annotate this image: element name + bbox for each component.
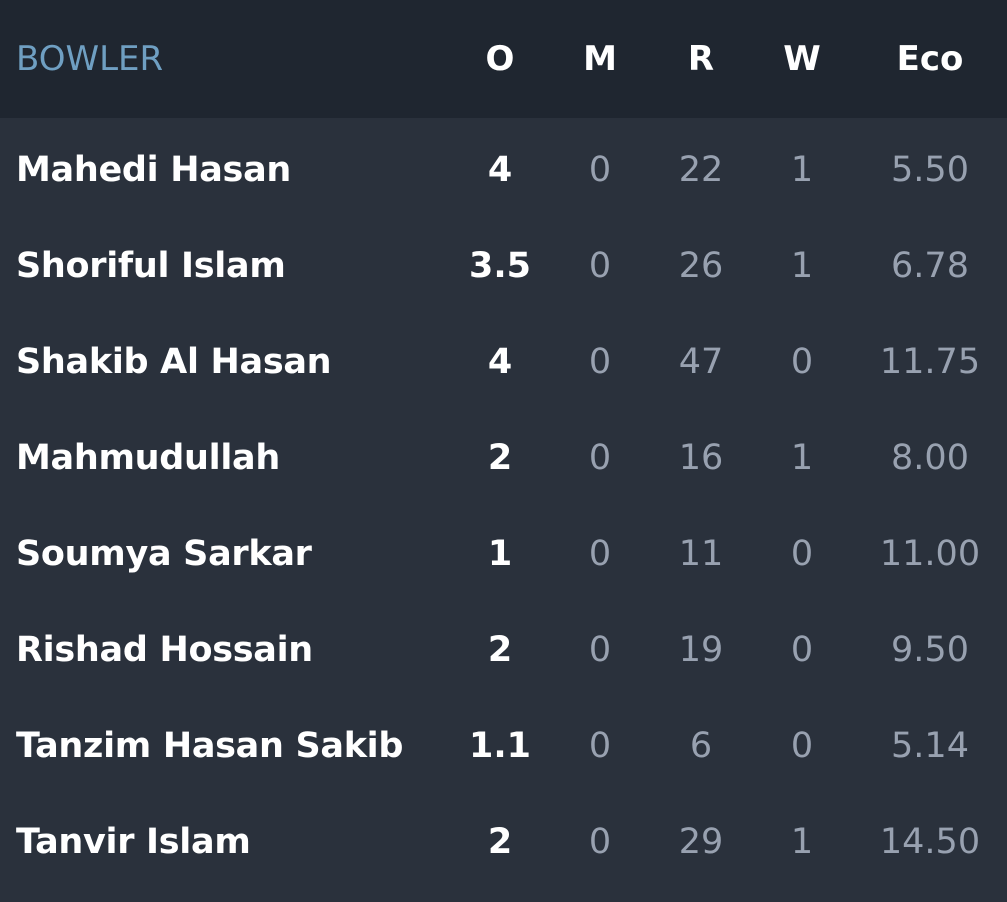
overs-value: 2 — [487, 822, 513, 862]
runs-value: 6 — [689, 726, 713, 766]
table-row[interactable]: Tanzim Hasan Sakib 1.1 0 6 0 5.14 — [0, 698, 1007, 794]
economy-value: 11.00 — [879, 534, 981, 574]
overs-value: 2 — [487, 630, 513, 670]
runs-value: 11 — [678, 534, 724, 574]
maidens-value: 0 — [588, 342, 612, 382]
bowling-scorecard: BOWLER O M R W Eco Mahedi Hasan 4 0 22 1… — [0, 0, 1007, 902]
table-row[interactable]: Shoriful Islam 3.5 0 26 1 6.78 — [0, 218, 1007, 314]
bowler-name[interactable]: Tanvir Islam — [16, 794, 251, 890]
table-header: BOWLER O M R W Eco — [0, 0, 1007, 118]
table-row[interactable]: Tanvir Islam 2 0 29 1 14.50 — [0, 794, 1007, 890]
maidens-value: 0 — [588, 822, 612, 862]
bowler-name[interactable]: Tanzim Hasan Sakib — [16, 698, 403, 794]
wickets-value: 1 — [790, 246, 814, 286]
overs-value: 2 — [487, 438, 513, 478]
maidens-value: 0 — [588, 534, 612, 574]
maidens-value: 0 — [588, 438, 612, 478]
runs-value: 29 — [678, 822, 724, 862]
maidens-value: 0 — [588, 726, 612, 766]
economy-column-header: Eco — [896, 39, 964, 79]
overs-value: 1.1 — [468, 726, 531, 766]
runs-value: 22 — [678, 150, 724, 190]
economy-value: 5.14 — [891, 726, 969, 766]
economy-value: 9.50 — [891, 630, 969, 670]
table-row[interactable]: Mahedi Hasan 4 0 22 1 5.50 — [0, 122, 1007, 218]
bowler-name[interactable]: Rishad Hossain — [16, 602, 313, 698]
maidens-value: 0 — [588, 630, 612, 670]
table-row[interactable]: Mahmudullah 2 0 16 1 8.00 — [0, 410, 1007, 506]
runs-value: 47 — [678, 342, 724, 382]
economy-value: 6.78 — [891, 246, 969, 286]
wickets-value: 0 — [790, 630, 814, 670]
overs-value: 4 — [487, 342, 513, 382]
bowler-name[interactable]: Shakib Al Hasan — [16, 314, 332, 410]
economy-value: 5.50 — [891, 150, 969, 190]
overs-value: 3.5 — [468, 246, 531, 286]
bowler-name[interactable]: Shoriful Islam — [16, 218, 286, 314]
maidens-value: 0 — [588, 246, 612, 286]
overs-column-header: O — [485, 39, 515, 79]
table-row[interactable]: Rishad Hossain 2 0 19 0 9.50 — [0, 602, 1007, 698]
economy-value: 11.75 — [879, 342, 981, 382]
wickets-value: 1 — [790, 822, 814, 862]
bowler-name[interactable]: Soumya Sarkar — [16, 506, 312, 602]
table-row[interactable]: Soumya Sarkar 1 0 11 0 11.00 — [0, 506, 1007, 602]
runs-value: 16 — [678, 438, 724, 478]
maidens-value: 0 — [588, 150, 612, 190]
economy-value: 14.50 — [879, 822, 981, 862]
bowler-name[interactable]: Mahmudullah — [16, 410, 280, 506]
runs-column-header: R — [687, 39, 715, 79]
runs-value: 26 — [678, 246, 724, 286]
wickets-column-header: W — [783, 39, 821, 79]
table-row[interactable]: Shakib Al Hasan 4 0 47 0 11.75 — [0, 314, 1007, 410]
runs-value: 19 — [678, 630, 724, 670]
wickets-value: 0 — [790, 342, 814, 382]
bowler-name[interactable]: Mahedi Hasan — [16, 122, 291, 218]
economy-value: 8.00 — [891, 438, 969, 478]
maidens-column-header: M — [583, 39, 617, 79]
bowler-column-header: BOWLER — [16, 39, 164, 79]
wickets-value: 0 — [790, 726, 814, 766]
wickets-value: 1 — [790, 438, 814, 478]
overs-value: 1 — [487, 534, 513, 574]
overs-value: 4 — [487, 150, 513, 190]
wickets-value: 0 — [790, 534, 814, 574]
wickets-value: 1 — [790, 150, 814, 190]
